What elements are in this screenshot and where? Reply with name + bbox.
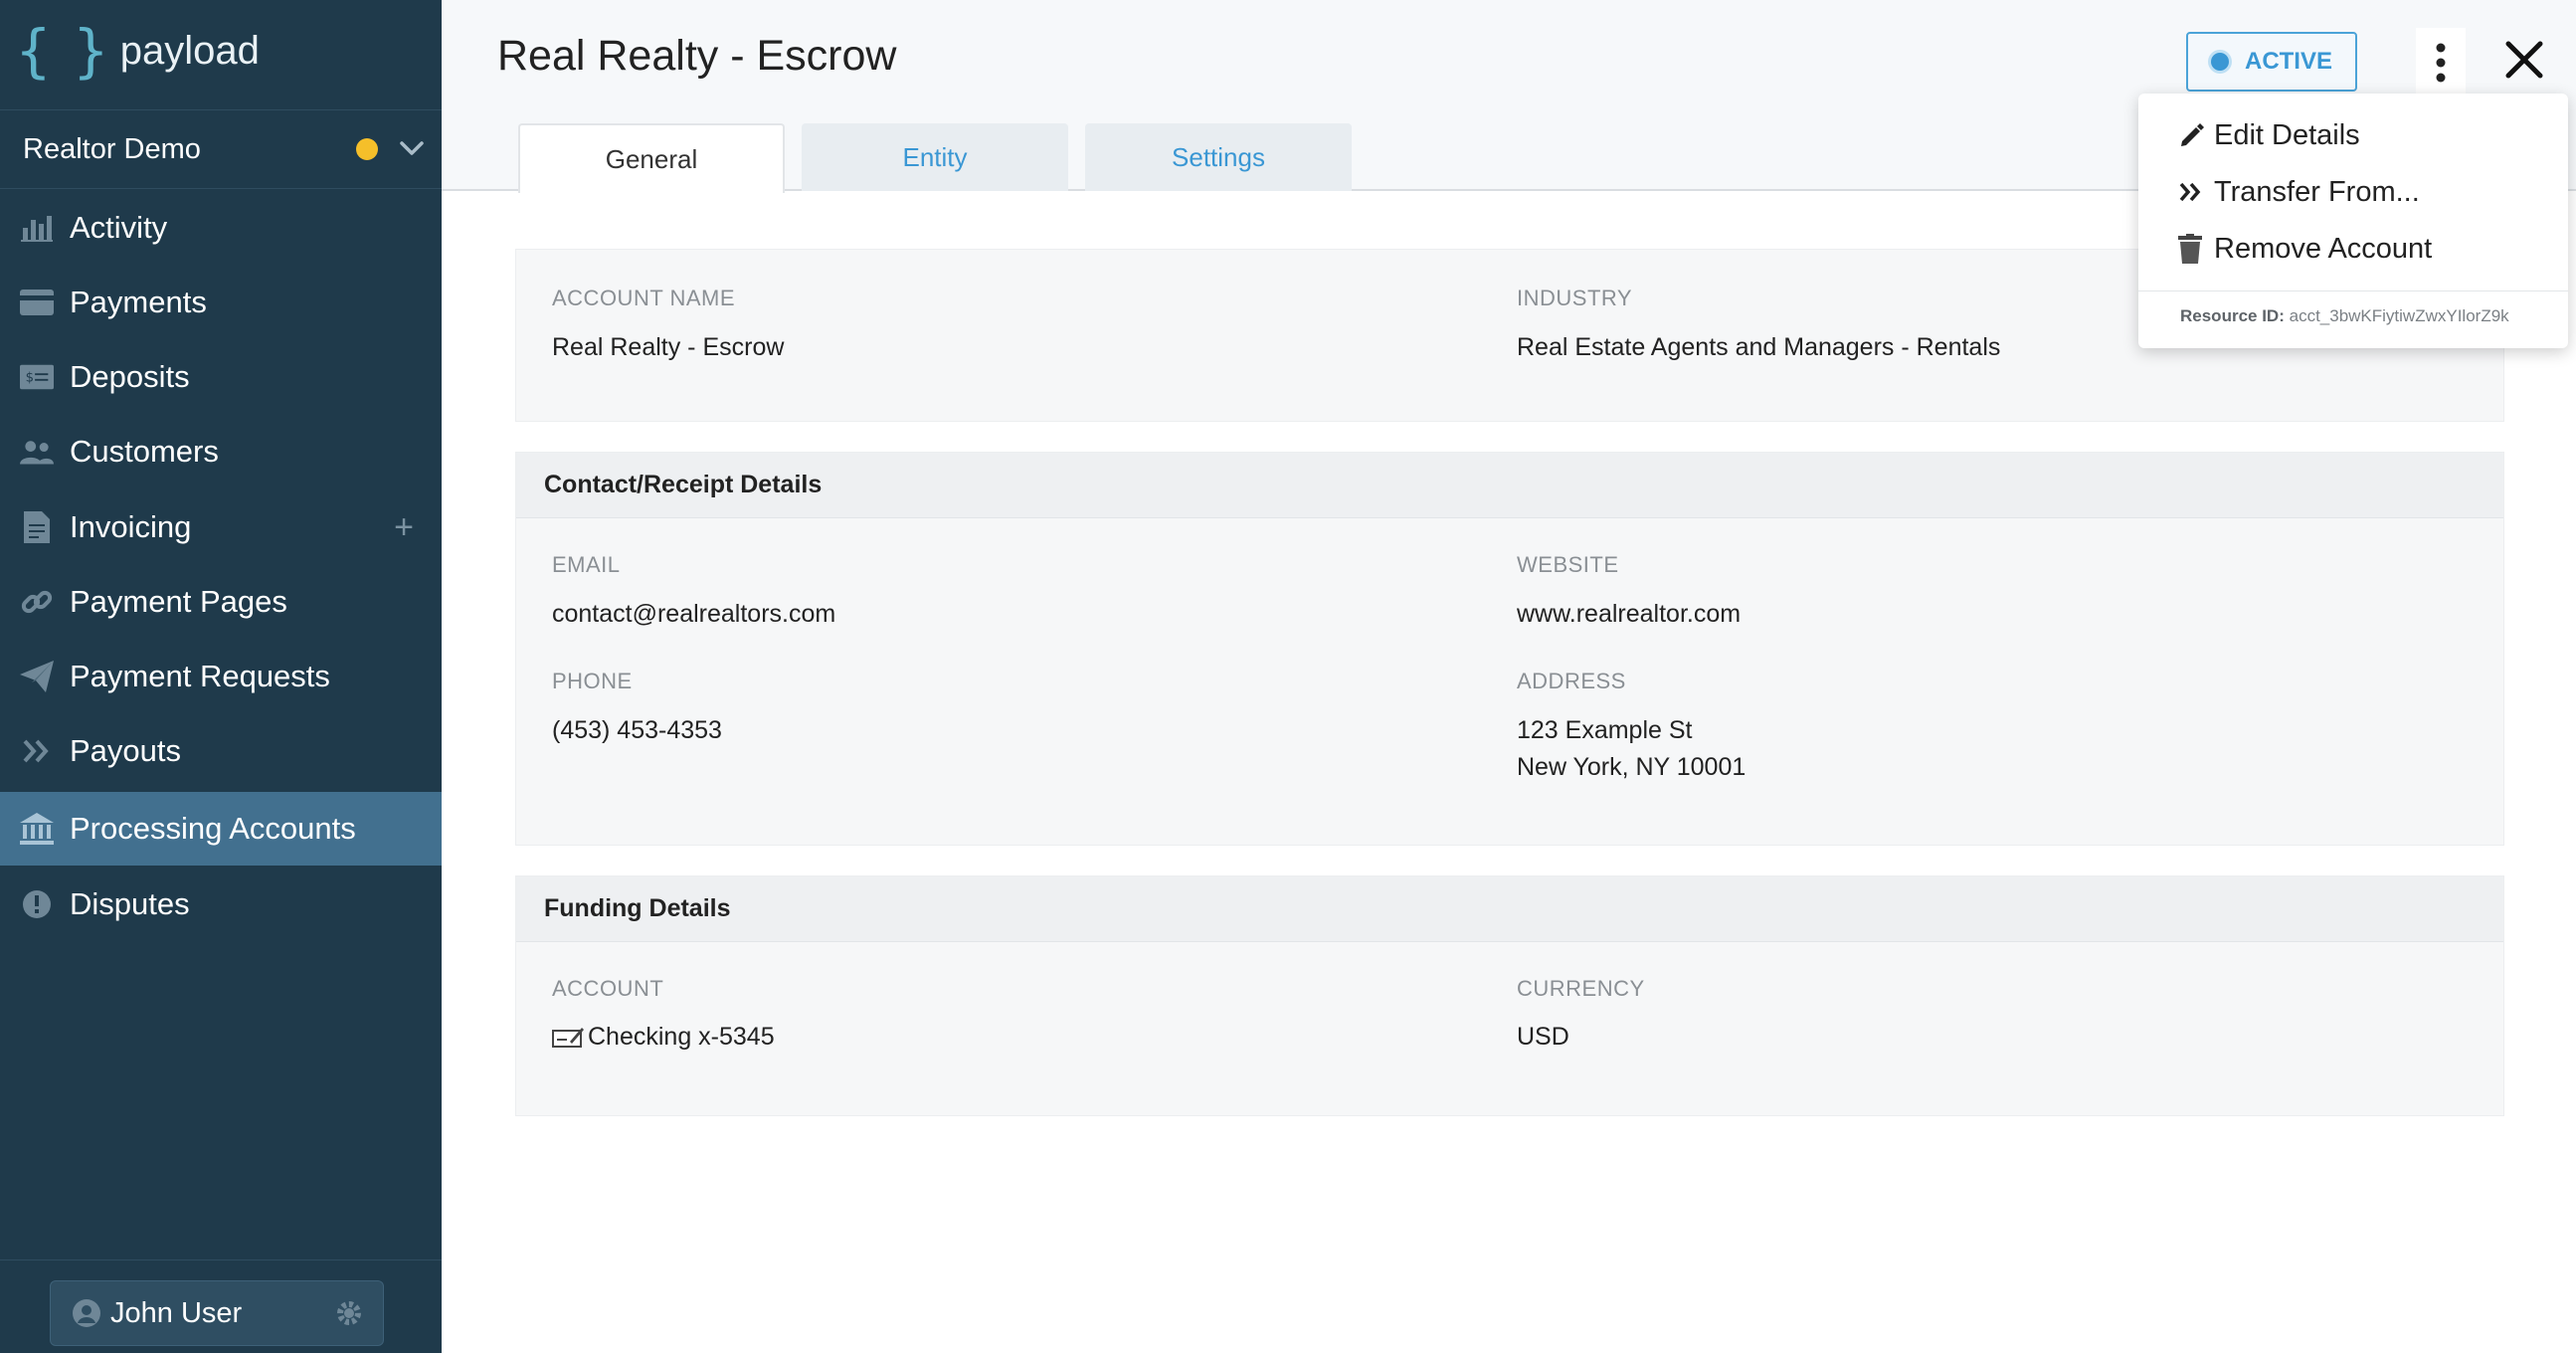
menu-divider [2138, 290, 2568, 291]
org-name: Realtor Demo [23, 132, 201, 165]
credit-card-icon [20, 286, 54, 319]
funding-account-text: Checking x-5345 [588, 1023, 775, 1051]
sidebar-item-label: Disputes [70, 886, 190, 921]
sidebar-item-payment-requests[interactable]: Payment Requests [0, 640, 442, 713]
funding-card-title: Funding Details [516, 876, 2503, 942]
phone-label: PHONE [552, 669, 633, 693]
more-options-button[interactable] [2416, 28, 2466, 97]
gear-icon[interactable] [335, 1299, 363, 1327]
website-label: WEBSITE [1517, 552, 1619, 577]
currency-value: USD [1517, 1023, 1569, 1051]
industry-value: Real Estate Agents and Managers - Rental… [1517, 333, 2001, 361]
sidebar-item-payments[interactable]: Payments [0, 266, 442, 339]
address-line1: 123 Example St [1517, 716, 1693, 744]
email-value: contact@realrealtors.com [552, 600, 836, 628]
add-invoice-button[interactable]: + [394, 508, 414, 547]
website-value: www.realrealtor.com [1517, 600, 1742, 628]
sidebar-item-label: Payouts [70, 733, 182, 768]
pencil-icon [2178, 121, 2208, 149]
user-avatar-icon [73, 1299, 100, 1327]
resource-id-label: Resource ID: [2180, 306, 2285, 325]
funding-card: Funding Details ACCOUNT Checking x-5345 … [515, 875, 2504, 1116]
tab-general[interactable]: General [518, 123, 785, 193]
contact-card: Contact/Receipt Details EMAIL contact@re… [515, 452, 2504, 846]
sidebar-item-label: Activity [70, 210, 168, 245]
address-label: ADDRESS [1517, 669, 1626, 693]
sidebar: { } payload Realtor Demo Activity Paymen… [0, 0, 442, 1353]
menu-item-label: Transfer From... [2214, 175, 2420, 208]
paper-plane-icon [20, 660, 54, 693]
trash-icon [2178, 234, 2208, 264]
sidebar-item-invoicing[interactable]: Invoicing + [0, 490, 442, 564]
phone-value: (453) 453-4353 [552, 716, 722, 744]
resource-id: Resource ID: acct_3bwKFiytiwZwxYIlorZ9k [2180, 306, 2509, 326]
double-chevron-icon [20, 734, 54, 768]
currency-label: CURRENCY [1517, 976, 1645, 1001]
status-label: ACTIVE [2244, 48, 2332, 75]
account-name-value: Real Realty - Escrow [552, 333, 785, 361]
menu-item-remove-account[interactable]: Remove Account [2178, 224, 2432, 274]
svg-text:$: $ [26, 371, 34, 386]
alert-icon [20, 887, 54, 921]
tab-entity[interactable]: Entity [802, 123, 1068, 191]
kebab-icon [2436, 43, 2446, 83]
check-icon [552, 1027, 584, 1048]
double-chevron-right-icon [2178, 181, 2208, 203]
funding-account-label: ACCOUNT [552, 976, 664, 1001]
link-icon [20, 585, 54, 619]
cash-icon: $ [20, 360, 54, 394]
sidebar-item-payment-pages[interactable]: Payment Pages [0, 565, 442, 639]
menu-item-label: Edit Details [2214, 118, 2360, 151]
chevron-down-icon[interactable] [396, 132, 428, 164]
status-badge[interactable]: ACTIVE [2186, 32, 2357, 92]
sidebar-item-payouts[interactable]: Payouts [0, 714, 442, 788]
sidebar-item-label: Payment Requests [70, 659, 330, 693]
email-label: EMAIL [552, 552, 621, 577]
users-icon [20, 435, 54, 469]
resource-id-value: acct_3bwKFiytiwZwxYIlorZ9k [2289, 306, 2509, 325]
menu-item-edit-details[interactable]: Edit Details [2178, 110, 2360, 160]
bank-icon [20, 812, 54, 846]
tab-settings[interactable]: Settings [1085, 123, 1352, 191]
industry-label: INDUSTRY [1517, 286, 1633, 310]
sidebar-item-processing-accounts[interactable]: Processing Accounts [0, 792, 442, 866]
contact-card-title: Contact/Receipt Details [516, 453, 2503, 518]
page-title: Real Realty - Escrow [497, 32, 897, 80]
sidebar-item-label: Invoicing [70, 509, 192, 544]
bar-chart-icon [20, 211, 54, 245]
org-switcher[interactable]: Realtor Demo [0, 109, 442, 189]
funding-account-value: Checking x-5345 [552, 1019, 775, 1056]
brand-brace: { } [16, 17, 108, 85]
close-icon[interactable] [2500, 36, 2548, 84]
menu-item-transfer-from[interactable]: Transfer From... [2178, 167, 2420, 217]
sidebar-item-deposits[interactable]: $ Deposits [0, 340, 442, 414]
sidebar-item-disputes[interactable]: Disputes [0, 868, 442, 941]
sidebar-item-label: Payments [70, 285, 207, 319]
sidebar-item-customers[interactable]: Customers [0, 415, 442, 488]
more-options-menu: Edit Details Transfer From... Remove Acc… [2138, 94, 2568, 348]
document-icon [20, 510, 54, 544]
brand-logo[interactable]: { } payload [16, 17, 260, 85]
org-status-dot [356, 138, 378, 160]
sidebar-item-label: Customers [70, 434, 219, 469]
brand-name: payload [119, 28, 260, 73]
address-line2: New York, NY 10001 [1517, 753, 1747, 781]
sidebar-item-activity[interactable]: Activity [0, 191, 442, 265]
menu-item-label: Remove Account [2214, 232, 2433, 265]
sidebar-item-label: Processing Accounts [70, 811, 356, 846]
sidebar-item-label: Deposits [70, 359, 190, 394]
user-area: John User [0, 1259, 442, 1354]
sidebar-item-label: Payment Pages [70, 584, 287, 619]
account-name-label: ACCOUNT NAME [552, 286, 736, 310]
status-dot [2210, 53, 2229, 71]
user-menu-button[interactable]: John User [50, 1280, 384, 1346]
user-name: John User [110, 1296, 243, 1329]
